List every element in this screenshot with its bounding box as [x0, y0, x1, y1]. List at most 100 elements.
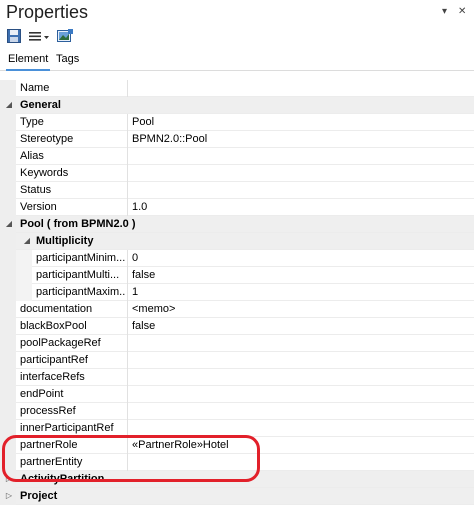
column-separator — [127, 148, 128, 165]
row-gutter — [0, 386, 16, 403]
property-name: Multiplicity — [36, 235, 94, 247]
property-row[interactable]: documentation <memo> — [0, 301, 474, 318]
property-name: Project — [20, 490, 58, 502]
property-group-row[interactable]: ◢ Multiplicity — [0, 233, 474, 250]
collapse-arrow-icon[interactable]: ◢ — [4, 219, 14, 229]
property-group-row[interactable]: ◢ Pool ( from BPMN2.0 ) — [0, 216, 474, 233]
property-row[interactable]: Status — [0, 182, 474, 199]
tab-strip: Element Tags — [0, 49, 474, 71]
column-separator — [127, 165, 128, 182]
property-name: poolPackageRef — [20, 337, 101, 349]
property-name: blackBoxPool — [20, 320, 87, 332]
property-value[interactable]: <memo> — [132, 301, 175, 318]
column-separator — [127, 114, 128, 131]
property-value[interactable]: BPMN2.0::Pool — [132, 131, 207, 148]
row-gutter — [0, 318, 16, 335]
row-gutter — [0, 284, 16, 301]
property-row[interactable]: participantMulti... false — [0, 267, 474, 284]
property-name: General — [20, 99, 61, 111]
property-value[interactable]: false — [132, 267, 155, 284]
property-value[interactable]: false — [132, 318, 155, 335]
property-name: interfaceRefs — [20, 371, 85, 383]
column-separator — [127, 386, 128, 403]
row-gutter — [0, 352, 16, 369]
row-gutter — [0, 301, 16, 318]
column-separator — [127, 131, 128, 148]
row-gutter — [0, 250, 16, 267]
property-name: processRef — [20, 405, 76, 417]
row-gutter — [0, 182, 16, 199]
property-name: Name — [20, 82, 50, 94]
close-icon[interactable]: ✕ — [458, 6, 466, 18]
column-separator — [127, 182, 128, 199]
column-separator — [127, 335, 128, 352]
column-separator — [127, 267, 128, 284]
collapse-arrow-icon[interactable]: ◢ — [4, 100, 14, 110]
property-value[interactable]: 1 — [132, 284, 138, 301]
property-value[interactable]: Pool — [132, 114, 154, 131]
save-icon[interactable] — [7, 29, 23, 45]
property-row[interactable]: Type Pool — [0, 114, 474, 131]
panel-title: Properties — [6, 2, 89, 22]
property-name: participantMulti... — [36, 269, 120, 281]
property-group-row[interactable]: ▷ Project — [0, 488, 474, 505]
property-name: Stereotype — [20, 133, 74, 145]
property-name: participantMaxim... — [36, 286, 125, 298]
property-name: Type — [20, 116, 44, 128]
property-name: endPoint — [20, 388, 64, 400]
row-gutter — [0, 114, 16, 131]
property-name: Keywords — [20, 167, 69, 179]
property-row[interactable]: interfaceRefs — [0, 369, 474, 386]
property-row[interactable]: Version 1.0 — [0, 199, 474, 216]
property-row[interactable]: processRef — [0, 403, 474, 420]
property-name: Alias — [20, 150, 44, 162]
annotation-highlight — [2, 435, 260, 482]
row-gutter-nested — [16, 267, 32, 284]
property-row[interactable]: endPoint — [0, 386, 474, 403]
tab-tags[interactable]: Tags — [54, 49, 81, 71]
row-gutter — [0, 131, 16, 148]
image-icon[interactable] — [57, 29, 73, 45]
row-gutter — [0, 233, 16, 250]
row-gutter-nested — [16, 284, 32, 301]
property-row[interactable]: participantMinim... 0 — [0, 250, 474, 267]
row-gutter — [0, 369, 16, 386]
property-value[interactable]: 0 — [132, 250, 138, 267]
property-row[interactable]: blackBoxPool false — [0, 318, 474, 335]
property-row[interactable]: Alias — [0, 148, 474, 165]
property-row[interactable]: Keywords — [0, 165, 474, 182]
property-name: Pool ( from BPMN2.0 ) — [20, 218, 136, 230]
panel-titlebar: Properties ▾ ✕ — [0, 0, 474, 25]
property-group-row[interactable]: ◢ General — [0, 97, 474, 114]
column-separator — [127, 369, 128, 386]
column-separator — [127, 318, 128, 335]
row-gutter — [0, 267, 16, 284]
property-name: documentation — [20, 303, 93, 315]
property-row[interactable]: Name — [0, 80, 474, 97]
property-name: participantRef — [20, 354, 88, 366]
property-name: participantMinim... — [36, 252, 125, 264]
column-separator — [127, 80, 128, 97]
property-row[interactable]: Stereotype BPMN2.0::Pool — [0, 131, 474, 148]
property-row[interactable]: participantMaxim... 1 — [0, 284, 474, 301]
row-gutter — [0, 199, 16, 216]
collapse-arrow-icon[interactable]: ◢ — [22, 236, 32, 246]
property-value[interactable]: 1.0 — [132, 199, 147, 216]
column-separator — [127, 199, 128, 216]
list-menu-icon[interactable] — [28, 29, 52, 45]
row-gutter — [0, 335, 16, 352]
column-separator — [127, 403, 128, 420]
expand-arrow-icon[interactable]: ▷ — [4, 491, 14, 501]
column-separator — [127, 301, 128, 318]
row-gutter — [0, 148, 16, 165]
property-row[interactable]: participantRef — [0, 352, 474, 369]
column-separator — [127, 352, 128, 369]
row-gutter — [0, 165, 16, 182]
row-gutter — [0, 403, 16, 420]
pin-dropdown-icon[interactable]: ▾ — [442, 6, 447, 18]
row-gutter — [0, 80, 16, 97]
property-name: Version — [20, 201, 57, 213]
property-row[interactable]: poolPackageRef — [0, 335, 474, 352]
tab-element[interactable]: Element — [6, 49, 51, 71]
property-name: Status — [20, 184, 52, 196]
